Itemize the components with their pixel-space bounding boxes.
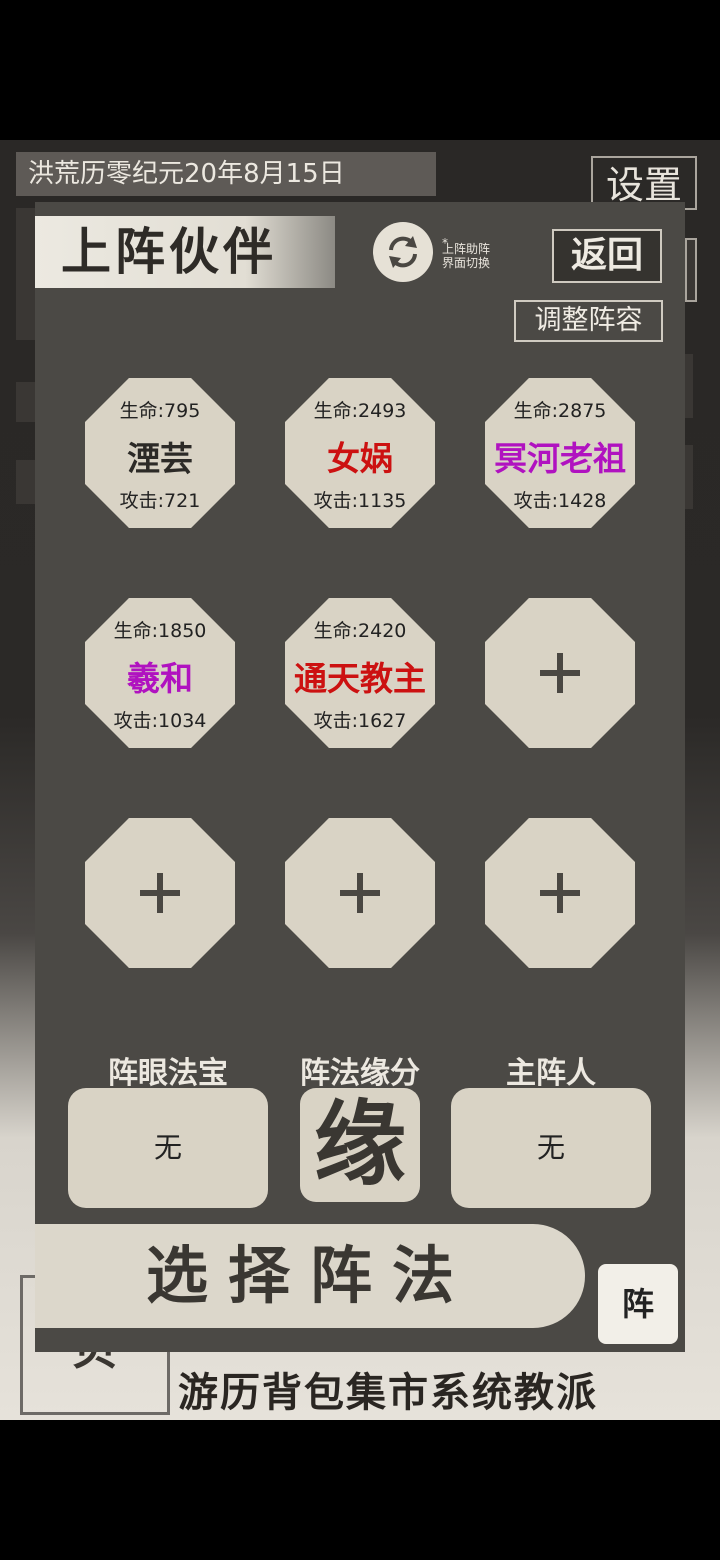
refresh-icon — [389, 236, 417, 268]
partner-attack: 攻击:721 — [119, 490, 201, 512]
bg-row — [685, 445, 693, 509]
partner-attack: 攻击:1135 — [313, 490, 407, 512]
treasure-slot[interactable]: 无 — [68, 1088, 268, 1208]
partner-hp: 生命:1850 — [113, 620, 207, 642]
plus-icon — [540, 653, 580, 693]
fate-label: 阵法缘分 — [300, 1056, 420, 1091]
switch-note-line2: 界面切换 — [442, 256, 491, 270]
back-button[interactable]: 返回 — [552, 229, 662, 283]
empty-slot-7[interactable] — [85, 818, 235, 968]
partner-hp: 生命:2493 — [313, 400, 407, 422]
select-formation-button[interactable]: 选择阵法 — [35, 1224, 585, 1328]
partner-hp: 生命:795 — [119, 400, 201, 422]
partner-name: 女娲 — [327, 439, 393, 478]
bg-row — [16, 460, 36, 504]
partner-name: 羲和 — [127, 659, 193, 698]
bg-row — [16, 252, 36, 296]
bg-row — [16, 382, 36, 422]
partner-attack: 攻击:1034 — [113, 710, 207, 732]
partner-slot-5[interactable]: 生命:2420 通天教主 攻击:1627 — [285, 598, 435, 748]
master-slot[interactable]: 无 — [451, 1088, 651, 1208]
partner-name: 通天教主 — [294, 659, 426, 698]
plus-icon — [140, 873, 180, 913]
empty-slot-6[interactable] — [485, 598, 635, 748]
partner-name: 湮芸 — [127, 439, 193, 478]
master-label: 主阵人 — [506, 1056, 596, 1091]
empty-slot-8[interactable] — [285, 818, 435, 968]
formation-panel: 上阵伙伴 * 上阵助阵 界面切换 返回 调整阵容 生命:795 湮芸 攻击:72… — [35, 202, 685, 1352]
plus-icon — [540, 873, 580, 913]
partner-slot-1[interactable]: 生命:795 湮芸 攻击:721 — [85, 378, 235, 528]
bg-button — [685, 238, 697, 302]
switch-note-line1: 上阵助阵 — [442, 242, 491, 256]
partner-attack: 攻击:1627 — [313, 710, 407, 732]
switch-note: 上阵助阵 界面切换 — [442, 242, 490, 270]
plus-icon — [340, 873, 380, 913]
partner-attack: 攻击:1428 — [513, 490, 607, 512]
bg-row — [16, 296, 36, 340]
partner-name: 冥河老祖 — [494, 439, 626, 478]
partner-hp: 生命:2875 — [513, 400, 607, 422]
partner-slot-3[interactable]: 生命:2875 冥河老祖 攻击:1428 — [485, 378, 635, 528]
partner-slot-4[interactable]: 生命:1850 羲和 攻击:1034 — [85, 598, 235, 748]
game-screen: 洪荒历零纪元20年8月15日 设置 贝 游历背包集市系统教派 上阵伙伴 * 上阵… — [0, 140, 720, 1420]
partner-slot-2[interactable]: 生命:2493 女娲 攻击:1135 — [285, 378, 435, 528]
treasure-label: 阵眼法宝 — [108, 1056, 228, 1091]
switch-view-button[interactable] — [373, 222, 433, 282]
panel-title: 上阵伙伴 — [35, 216, 335, 288]
bg-row — [685, 354, 693, 418]
adjust-lineup-button[interactable]: 调整阵容 — [514, 300, 663, 342]
bg-row — [16, 208, 36, 252]
fate-button[interactable]: 缘 — [300, 1088, 420, 1202]
bottom-nav[interactable]: 游历背包集市系统教派 — [178, 1360, 718, 1416]
formation-button[interactable]: 阵 — [598, 1264, 678, 1344]
partner-hp: 生命:2420 — [313, 620, 407, 642]
date-bar: 洪荒历零纪元20年8月15日 — [16, 152, 436, 196]
empty-slot-9[interactable] — [485, 818, 635, 968]
